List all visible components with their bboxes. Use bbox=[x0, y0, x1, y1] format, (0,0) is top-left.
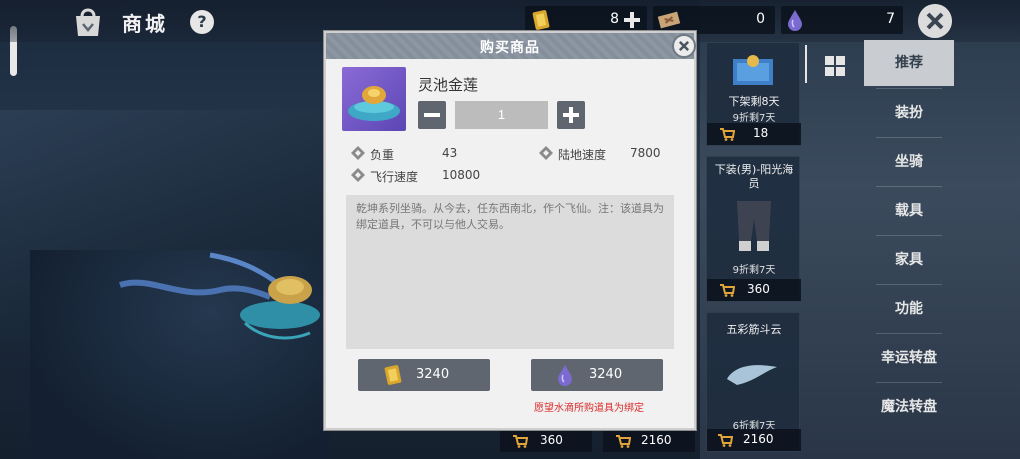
product-price: 2160 bbox=[641, 433, 672, 447]
crystal-drop-icon bbox=[788, 10, 802, 31]
gold-bar-icon bbox=[384, 365, 402, 385]
quantity-increase-button[interactable] bbox=[557, 101, 585, 129]
product-name: 下架剩8天 bbox=[728, 95, 780, 108]
crystal-amount: 7 bbox=[886, 11, 895, 27]
product-price: 360 bbox=[540, 433, 563, 447]
cart-icon bbox=[720, 284, 735, 297]
binding-warning: 愿望水滴所购道具为绑定 bbox=[534, 403, 644, 414]
category-divider bbox=[876, 333, 942, 334]
product-price-bar[interactable]: 2160 bbox=[603, 430, 695, 452]
product-image bbox=[737, 201, 771, 251]
quantity-input[interactable] bbox=[455, 101, 548, 129]
category-divider bbox=[876, 186, 942, 187]
product-name: 下装(男)-阳光海员 bbox=[714, 163, 794, 190]
product-price-bar: 2160 bbox=[707, 429, 801, 451]
buy-with-gold-button[interactable]: 3240 bbox=[358, 359, 490, 391]
cart-icon bbox=[513, 435, 528, 448]
category-mount[interactable]: 坐骑 bbox=[864, 139, 954, 185]
diamond-bullet-icon bbox=[539, 146, 553, 160]
help-button[interactable]: ? bbox=[190, 10, 214, 34]
stat-fly-speed-label: 飞行速度 bbox=[370, 170, 419, 184]
product-price: 18 bbox=[753, 126, 769, 140]
page-title: 商城 bbox=[122, 12, 168, 36]
cart-icon bbox=[718, 434, 733, 447]
divider-line bbox=[805, 45, 807, 83]
product-discount: 9折剩7天 bbox=[732, 265, 776, 276]
category-divider bbox=[876, 88, 942, 89]
gold-amount: 8 bbox=[610, 11, 619, 27]
currency-gold: 8 bbox=[525, 6, 647, 34]
cart-icon bbox=[720, 128, 735, 141]
product-price-bar[interactable]: 360 bbox=[500, 430, 592, 452]
dialog-title: 购买商品 bbox=[480, 40, 540, 56]
category-vehicle[interactable]: 载具 bbox=[864, 188, 954, 234]
description-box: 乾坤系列坐骑。从今去，任东西南北，作个飞仙。注：该道具为绑定道具，不可以与他人交… bbox=[346, 195, 674, 349]
grid-view-icon[interactable] bbox=[824, 55, 846, 77]
stat-land-speed-value: 7800 bbox=[630, 146, 661, 160]
category-lucky-wheel[interactable]: 幸运转盘 bbox=[864, 335, 954, 381]
quantity-decrease-button[interactable] bbox=[418, 101, 446, 129]
gold-price: 3240 bbox=[416, 367, 450, 382]
product-price: 360 bbox=[747, 282, 770, 296]
currency-ticket: 0 bbox=[653, 6, 775, 34]
item-name: 灵池金莲 bbox=[418, 76, 479, 94]
item-image bbox=[342, 67, 406, 131]
ticket-amount: 0 bbox=[756, 11, 765, 27]
product-price-bar: 18 bbox=[707, 123, 801, 145]
close-shop-icon[interactable] bbox=[918, 4, 952, 38]
gold-bar-icon bbox=[532, 10, 550, 30]
category-divider bbox=[876, 137, 942, 138]
purchase-dialog: 购买商品 灵池金莲 负重 43 陆地速度 7800 飞行速度 10800 乾坤系… bbox=[324, 31, 696, 430]
category-outfit[interactable]: 装扮 bbox=[864, 90, 954, 136]
category-divider bbox=[876, 235, 942, 236]
product-image bbox=[733, 55, 773, 85]
product-discount: 9折剩7天 bbox=[732, 113, 776, 124]
diamond-bullet-icon bbox=[351, 168, 365, 182]
category-furniture[interactable]: 家具 bbox=[864, 237, 954, 283]
diamond-bullet-icon bbox=[351, 146, 365, 160]
stat-fly-speed-value: 10800 bbox=[442, 168, 481, 182]
product-image bbox=[727, 365, 777, 385]
category-recommend[interactable]: 推荐 bbox=[864, 40, 954, 86]
product-price-bar: 360 bbox=[707, 279, 801, 301]
category-sidebar: 推荐 装扮 坐骑 载具 家具 功能 幸运转盘 魔法转盘 bbox=[864, 40, 954, 459]
item-description: 乾坤系列坐骑。从今去，任东西南北，作个飞仙。注：该道具为绑定道具，不可以与他人交… bbox=[356, 202, 664, 231]
crystal-price: 3240 bbox=[589, 367, 623, 382]
close-dialog-icon[interactable] bbox=[672, 34, 696, 58]
add-gold-icon[interactable] bbox=[623, 11, 641, 29]
lotus-mount-preview bbox=[119, 252, 320, 340]
stat-weight-value: 43 bbox=[442, 146, 458, 160]
stat-weight-label: 负重 bbox=[370, 148, 395, 162]
category-function[interactable]: 功能 bbox=[864, 286, 954, 332]
category-magic-wheel[interactable]: 魔法转盘 bbox=[864, 384, 954, 430]
currency-crystal: 7 bbox=[781, 6, 903, 34]
buy-with-crystal-button[interactable]: 3240 bbox=[531, 359, 663, 391]
product-card[interactable]: 五彩筋斗云 6折剩7天 2160 bbox=[706, 312, 801, 452]
product-price: 2160 bbox=[743, 432, 774, 446]
category-divider bbox=[876, 284, 942, 285]
stat-land-speed-label: 陆地速度 bbox=[558, 148, 607, 162]
crystal-drop-icon bbox=[558, 365, 572, 386]
category-divider bbox=[876, 382, 942, 383]
ticket-icon bbox=[657, 11, 681, 29]
product-name: 五彩筋斗云 bbox=[726, 323, 782, 336]
lotus-icon bbox=[348, 86, 400, 121]
cart-icon bbox=[616, 435, 631, 448]
product-card[interactable]: 下装(男)-阳光海员 9折剩7天 360 bbox=[706, 156, 801, 302]
product-card[interactable]: 下架剩8天 9折剩7天 18 bbox=[706, 42, 801, 146]
shop-bag-icon bbox=[76, 8, 100, 36]
